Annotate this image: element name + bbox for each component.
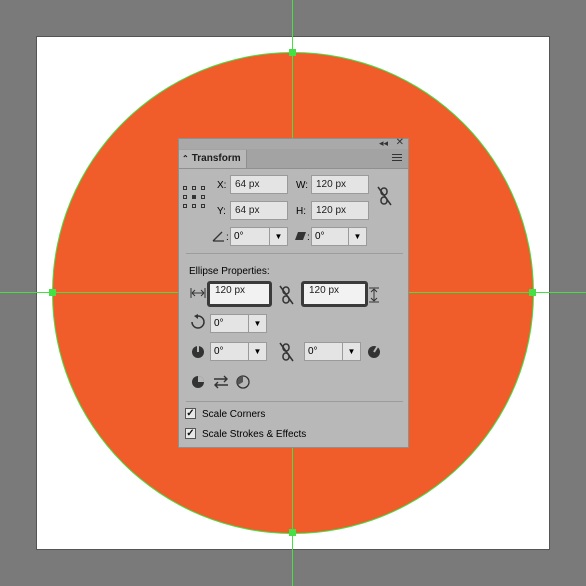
ellipse-rotation-value: 0° xyxy=(214,318,224,329)
ellipse-properties-label: Ellipse Properties: xyxy=(189,266,270,277)
anchor-left[interactable] xyxy=(49,289,56,296)
height-field[interactable]: 120 px xyxy=(311,201,369,220)
y-label: Y: xyxy=(217,206,226,217)
section-divider xyxy=(186,253,403,254)
pie-start-dropdown[interactable]: 0° ▼ xyxy=(210,342,267,361)
width-arrows-icon xyxy=(190,288,206,298)
anchor-top[interactable] xyxy=(289,49,296,56)
angle-icon xyxy=(212,231,224,242)
chevron-down-icon[interactable]: ▼ xyxy=(342,343,360,360)
shear-colon: : xyxy=(307,232,310,243)
chevron-down-icon[interactable]: ▼ xyxy=(248,343,266,360)
tab-transform[interactable]: ⌃ Transform xyxy=(179,150,247,168)
section-divider xyxy=(186,401,403,402)
anchor-right[interactable] xyxy=(529,289,536,296)
scale-corners-checkbox[interactable]: ✓ xyxy=(185,408,196,419)
x-field[interactable]: 64 px xyxy=(230,175,288,194)
pie-end-icon xyxy=(368,343,380,358)
reference-point-icon[interactable] xyxy=(183,186,205,208)
rotate-angle-value: 0° xyxy=(234,231,244,242)
x-label: X: xyxy=(217,180,227,191)
tab-toggle-icon[interactable]: ⌃ xyxy=(182,154,189,163)
angle-colon: : xyxy=(226,232,229,243)
height-arrows-icon xyxy=(369,287,379,303)
panel-tabbar: ⌃ Transform xyxy=(179,149,408,169)
width-field[interactable]: 120 px xyxy=(311,175,369,194)
h-label: H: xyxy=(296,206,306,217)
w-label: W: xyxy=(296,180,309,191)
reset-pie-icon[interactable] xyxy=(236,375,250,389)
rotate-angle-dropdown[interactable]: 0° ▼ xyxy=(230,227,288,246)
constrain-link-icon[interactable] xyxy=(377,186,393,206)
pie-end-value: 0° xyxy=(308,346,318,357)
shear-icon xyxy=(295,232,306,240)
chevron-down-icon[interactable]: ▼ xyxy=(348,228,366,245)
panel-menu-icon[interactable] xyxy=(392,154,402,163)
pie-link-icon[interactable] xyxy=(279,342,295,362)
scale-strokes-checkbox[interactable]: ✓ xyxy=(185,428,196,439)
collapse-icon[interactable]: ◂◂ xyxy=(379,138,388,148)
scale-strokes-label: Scale Strokes & Effects xyxy=(202,429,307,440)
swap-icon[interactable] xyxy=(213,375,229,389)
pie-start-value: 0° xyxy=(214,346,224,357)
ellipse-rotation-dropdown[interactable]: 0° ▼ xyxy=(210,314,267,333)
panel-header-strip: ◂◂ ✕ xyxy=(179,138,408,149)
pie-end-dropdown[interactable]: 0° ▼ xyxy=(304,342,361,361)
ellipse-height-field[interactable]: 120 px xyxy=(301,281,368,307)
constrain-ellipse-link-icon[interactable] xyxy=(279,285,295,305)
anchor-bottom[interactable] xyxy=(289,529,296,536)
scale-corners-label: Scale Corners xyxy=(202,409,266,420)
chevron-down-icon[interactable]: ▼ xyxy=(269,228,287,245)
pie-start-icon xyxy=(192,343,204,358)
shear-angle-value: 0° xyxy=(315,231,325,242)
y-field[interactable]: 64 px xyxy=(230,201,288,220)
invert-pie-icon[interactable] xyxy=(191,375,205,389)
tab-transform-label: Transform xyxy=(191,153,241,164)
chevron-down-icon[interactable]: ▼ xyxy=(248,315,266,332)
ellipse-width-field[interactable]: 120 px xyxy=(207,281,272,307)
rotate-icon xyxy=(191,314,205,329)
close-icon[interactable]: ✕ xyxy=(396,138,404,148)
shear-angle-dropdown[interactable]: 0° ▼ xyxy=(311,227,367,246)
